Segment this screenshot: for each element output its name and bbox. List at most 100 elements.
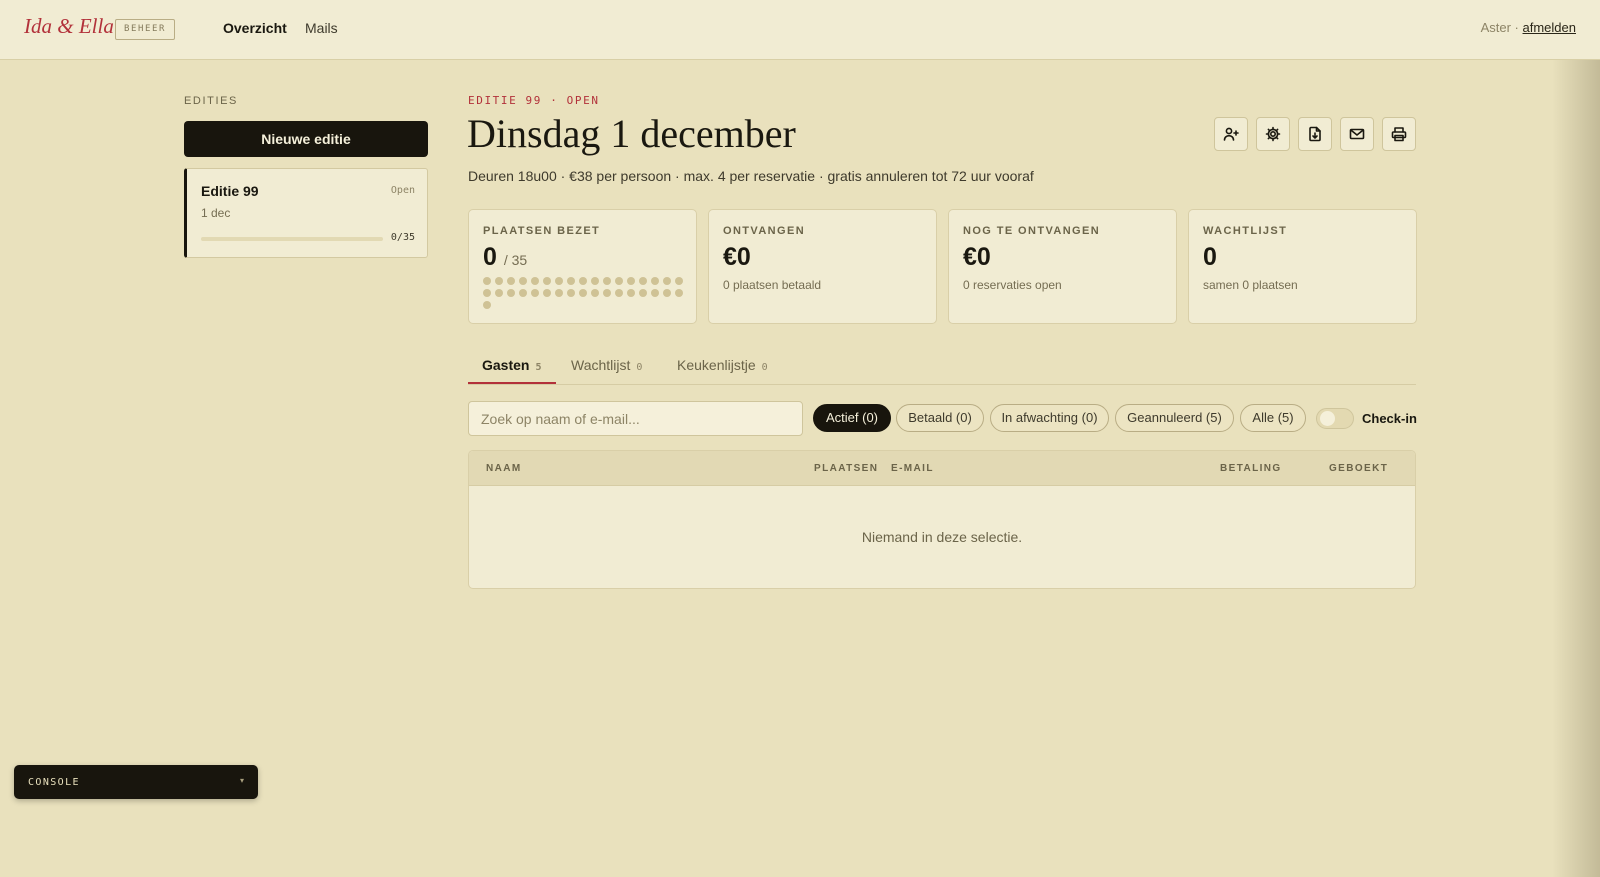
stat-label: PLAATSEN BEZET — [483, 225, 601, 237]
console-toggle[interactable]: CONSOLE ▾ — [14, 765, 258, 799]
column-header-geboekt[interactable]: GEBOEKT — [1329, 463, 1388, 474]
page-title: Dinsdag 1 december — [467, 111, 796, 156]
beheer-badge: BEHEER — [115, 19, 175, 40]
checkin-label: Check-in — [1362, 411, 1417, 426]
stat-label: WACHTLIJST — [1203, 225, 1288, 237]
edition-card[interactable]: Editie 99 Open 1 dec 0/35 — [184, 168, 428, 258]
tab-keukenlijstje[interactable]: Keukenlijstje 0 — [677, 357, 768, 373]
edition-seat-count: 0/35 — [390, 232, 415, 243]
logo[interactable]: Ida & Ella — [24, 14, 114, 39]
nav-mails[interactable]: Mails — [305, 20, 338, 36]
seat-dot — [675, 277, 683, 285]
top-bar: Ida & Ella BEHEER Overzicht Mails Aster … — [0, 0, 1600, 60]
column-header-email[interactable]: E-MAIL — [891, 463, 934, 474]
stat-received: ONTVANGEN €0 0 plaatsen betaald — [708, 209, 937, 324]
tab-gasten[interactable]: Gasten 5 — [482, 357, 542, 373]
window-edge-shade — [1552, 0, 1600, 877]
gear-icon — [1265, 126, 1281, 142]
add-user-icon — [1223, 127, 1239, 141]
seat-dot — [483, 289, 491, 297]
console-label: CONSOLE — [28, 777, 80, 788]
toggle-knob — [1320, 411, 1335, 426]
action-toolbar — [1214, 117, 1416, 151]
print-button[interactable] — [1382, 117, 1416, 151]
seat-dot — [519, 277, 527, 285]
seat-dot — [627, 277, 635, 285]
stat-denominator: / 35 — [503, 252, 528, 268]
column-header-betaling[interactable]: BETALING — [1220, 463, 1282, 474]
seat-dot — [591, 289, 599, 297]
stat-number: 0 — [483, 243, 497, 271]
edition-title: Editie 99 — [201, 183, 259, 199]
export-button[interactable] — [1298, 117, 1332, 151]
new-edition-button[interactable]: Nieuwe editie — [184, 121, 428, 157]
seat-dot — [495, 277, 503, 285]
column-header-naam[interactable]: NAAM — [486, 463, 522, 474]
seat-dot — [627, 289, 635, 297]
nav-overzicht[interactable]: Overzicht — [223, 20, 287, 36]
column-header-plaatsen[interactable]: PLAATSEN — [814, 463, 878, 474]
guests-table: NAAM PLAATSEN E-MAIL BETALING GEBOEKT Ni… — [468, 450, 1416, 589]
edition-status: Open — [390, 185, 415, 196]
seat-dot — [495, 289, 503, 297]
tab-label: Keukenlijstje — [677, 357, 756, 373]
printer-icon — [1391, 127, 1407, 142]
stat-value: €0 — [723, 243, 751, 271]
stat-value: 0 / 35 — [483, 243, 527, 272]
seat-dot — [651, 277, 659, 285]
mail-button[interactable] — [1340, 117, 1374, 151]
seat-dot — [531, 277, 539, 285]
checkin-toggle[interactable] — [1316, 408, 1354, 429]
seat-dot — [663, 289, 671, 297]
seat-dot — [579, 277, 587, 285]
search-input[interactable] — [468, 401, 803, 436]
settings-button[interactable] — [1256, 117, 1290, 151]
edition-progress-bar — [201, 237, 383, 241]
stat-value: 0 — [1203, 243, 1217, 271]
empty-state-message: Niemand in deze selectie. — [861, 529, 1023, 545]
filter-actief[interactable]: Actief (0) — [813, 404, 891, 432]
tab-count: 0 — [761, 362, 768, 373]
user-area: Aster · afmelden — [1481, 20, 1576, 35]
seat-dot — [651, 289, 659, 297]
seat-dot — [519, 289, 527, 297]
tab-wachtlijst[interactable]: Wachtlijst 0 — [571, 357, 642, 373]
seat-dot — [675, 289, 683, 297]
filter-alle[interactable]: Alle (5) — [1240, 404, 1306, 432]
seat-dot — [543, 289, 551, 297]
tab-label: Gasten — [482, 357, 530, 373]
filter-betaald[interactable]: Betaald (0) — [896, 404, 984, 432]
stat-sub: 0 plaatsen betaald — [723, 278, 822, 292]
stat-sub: samen 0 plaatsen — [1203, 278, 1298, 292]
tab-count: 5 — [535, 362, 542, 373]
filter-geannuleerd[interactable]: Geannuleerd (5) — [1115, 404, 1234, 432]
chevron-down-icon: ▾ — [239, 776, 244, 785]
seat-dot — [579, 289, 587, 297]
seat-dot — [555, 289, 563, 297]
add-guest-button[interactable] — [1214, 117, 1248, 151]
tabs-divider — [468, 384, 1416, 385]
edition-details: Deuren 18u00 · €38 per persoon · max. 4 … — [468, 168, 1034, 184]
tab-label: Wachtlijst — [571, 357, 631, 373]
active-tab-indicator — [468, 382, 556, 384]
stat-seats-taken: PLAATSEN BEZET 0 / 35 — [468, 209, 697, 324]
seat-dots — [483, 277, 688, 309]
seat-dot — [555, 277, 563, 285]
seat-dot — [603, 277, 611, 285]
seat-dot — [639, 289, 647, 297]
seat-dot — [483, 301, 491, 309]
download-file-icon — [1309, 126, 1321, 142]
logout-link[interactable]: afmelden — [1523, 20, 1576, 35]
seat-dot — [507, 289, 515, 297]
mail-icon — [1349, 128, 1365, 140]
table-header: NAAM PLAATSEN E-MAIL BETALING GEBOEKT — [469, 451, 1415, 486]
edition-date: 1 dec — [201, 206, 231, 220]
filter-in-afwachting[interactable]: In afwachting (0) — [990, 404, 1109, 432]
seat-dot — [615, 289, 623, 297]
seat-dot — [615, 277, 623, 285]
user-name: Aster · — [1480, 20, 1519, 35]
editions-section-label: EDITIES — [184, 95, 238, 107]
stat-value: €0 — [963, 243, 991, 271]
seat-dot — [543, 277, 551, 285]
stat-outstanding: NOG TE ONTVANGEN €0 0 reservaties open — [948, 209, 1177, 324]
